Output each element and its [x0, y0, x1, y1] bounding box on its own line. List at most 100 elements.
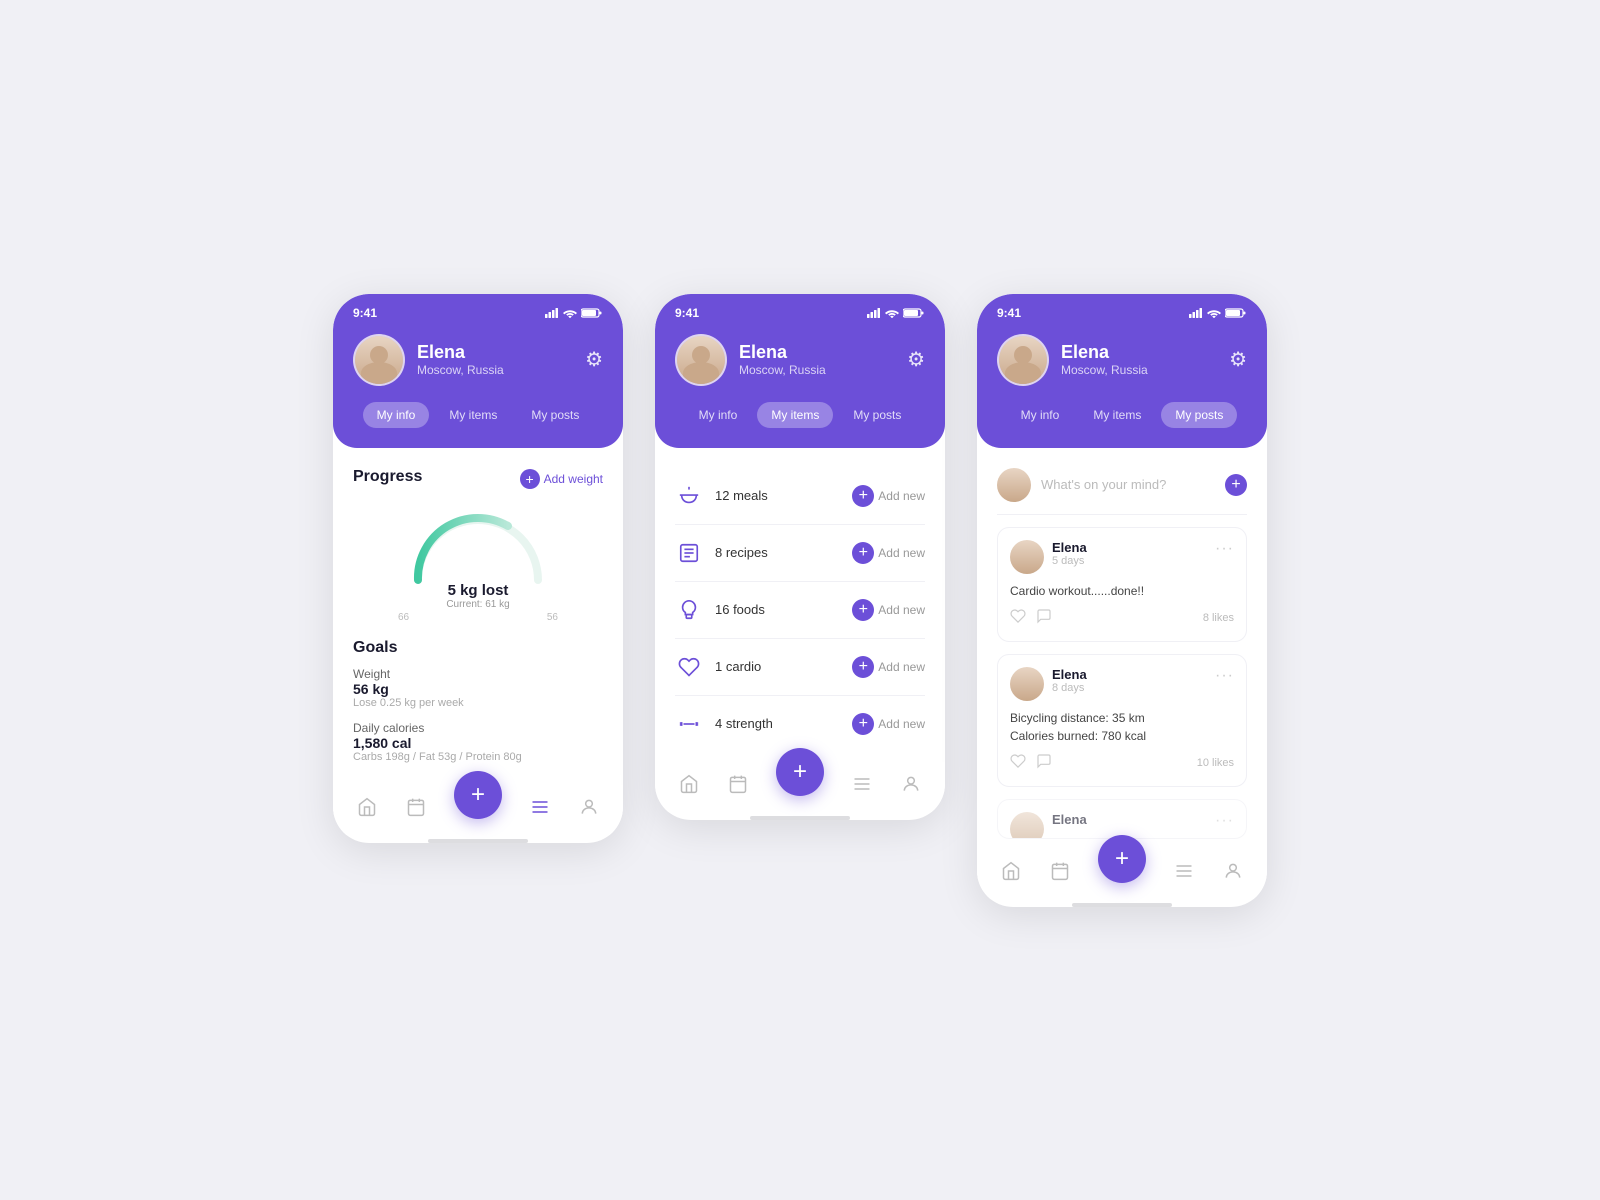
add-foods-label: Add new: [878, 603, 925, 617]
home-indicator-2: [750, 816, 850, 820]
recipes-icon: [675, 539, 703, 567]
item-meals-name: 12 meals: [715, 488, 768, 503]
post2-info: Elena 8 days: [1052, 667, 1207, 694]
settings-icon-3[interactable]: ⚙: [1229, 347, 1247, 372]
item-strength-add[interactable]: + Add new: [852, 713, 925, 735]
nav-profile-icon-2[interactable]: [901, 774, 921, 794]
post1-text: Cardio workout......done!!: [1010, 582, 1234, 600]
post3-name: Elena: [1052, 812, 1207, 827]
phone3-header: 9:41 Elena Moscow, Russia ⚙ My info: [977, 294, 1267, 448]
gauge-current: Current: 61 kg: [446, 599, 509, 610]
profile-location: Moscow, Russia: [417, 363, 573, 377]
gauge-container: 5 kg lost Current: 61 kg 66 56: [353, 500, 603, 623]
like-icon-2[interactable]: [1010, 753, 1026, 774]
goal-weight-value: 56 kg: [353, 681, 603, 697]
post-add-icon[interactable]: +: [1225, 474, 1247, 496]
post3-info: Elena: [1052, 812, 1207, 827]
avatar-2: [675, 334, 727, 386]
nav-home-icon-3[interactable]: [1001, 861, 1021, 881]
comment-icon-1[interactable]: [1036, 608, 1052, 629]
phones-container: 9:41 Elena Moscow, Russia ⚙ My info: [333, 294, 1267, 907]
add-cardio-label: Add new: [878, 660, 925, 674]
tab3-my-posts[interactable]: My posts: [1161, 402, 1237, 428]
list-item: 12 meals + Add new: [675, 468, 925, 525]
add-foods-icon: +: [852, 599, 874, 621]
nav-calendar-icon[interactable]: [406, 797, 426, 817]
goal-weight-label: Weight: [353, 667, 603, 681]
post1-avatar: [1010, 540, 1044, 574]
item-foods-add[interactable]: + Add new: [852, 599, 925, 621]
nav-calendar-icon-3[interactable]: [1050, 861, 1070, 881]
post2-dots[interactable]: ···: [1215, 667, 1234, 685]
add-weight-button[interactable]: + Add weight: [520, 469, 603, 489]
add-recipes-icon: +: [852, 542, 874, 564]
goal-calories-value: 1,580 cal: [353, 735, 603, 751]
add-meals-icon: +: [852, 485, 874, 507]
item-cardio-add[interactable]: + Add new: [852, 656, 925, 678]
nav-home-icon[interactable]: [357, 797, 377, 817]
post-input-avatar: [997, 468, 1031, 502]
profile-name-3: Elena: [1061, 342, 1217, 363]
nav-list-icon-3[interactable]: [1174, 861, 1194, 881]
fab-button-3[interactable]: +: [1098, 835, 1146, 883]
add-strength-icon: +: [852, 713, 874, 735]
tab2-my-items[interactable]: My items: [757, 402, 833, 428]
nav-calendar-icon-2[interactable]: [728, 774, 748, 794]
tab-row-3: My info My items My posts: [997, 402, 1247, 428]
list-item: 1 cardio + Add new: [675, 639, 925, 696]
wifi-icon: [563, 308, 577, 318]
fab-button-2[interactable]: +: [776, 748, 824, 796]
tab-my-posts[interactable]: My posts: [517, 402, 593, 428]
list-item: 8 recipes + Add new: [675, 525, 925, 582]
goal-calories-label: Daily calories: [353, 721, 603, 735]
like-icon-1[interactable]: [1010, 608, 1026, 629]
gauge-label-right: 56: [547, 612, 558, 623]
add-meals-label: Add new: [878, 489, 925, 503]
status-icons-2: [867, 308, 925, 318]
item-recipes-add[interactable]: + Add new: [852, 542, 925, 564]
tab-my-items[interactable]: My items: [435, 402, 511, 428]
post2-avatar: [1010, 667, 1044, 701]
strength-icon: [675, 710, 703, 738]
item-meals-add[interactable]: + Add new: [852, 485, 925, 507]
post2-name: Elena: [1052, 667, 1207, 682]
phone2-body: 12 meals + Add new 8 recipes: [655, 448, 945, 762]
battery-icon-2: [903, 308, 925, 318]
profile-info-3: Elena Moscow, Russia: [1061, 342, 1217, 377]
item-strength-left: 4 strength: [675, 710, 773, 738]
tab2-my-info[interactable]: My info: [685, 402, 752, 428]
bowl-icon: [675, 482, 703, 510]
status-icons-3: [1189, 308, 1247, 318]
tab3-my-items[interactable]: My items: [1079, 402, 1155, 428]
post3-dots[interactable]: ···: [1215, 812, 1234, 830]
tab2-my-posts[interactable]: My posts: [839, 402, 915, 428]
status-time-2: 9:41: [675, 306, 699, 320]
fab-button[interactable]: +: [454, 771, 502, 819]
add-recipes-label: Add new: [878, 546, 925, 560]
tab-my-info[interactable]: My info: [363, 402, 430, 428]
post1-footer: 8 likes: [1010, 608, 1234, 629]
nav-list-icon[interactable]: [530, 797, 550, 817]
nav-profile-icon-3[interactable]: [1223, 861, 1243, 881]
goals-section: Goals Weight 56 kg Lose 0.25 kg per week…: [353, 639, 603, 763]
settings-icon-2[interactable]: ⚙: [907, 347, 925, 372]
settings-icon[interactable]: ⚙: [585, 347, 603, 372]
tab3-my-info[interactable]: My info: [1007, 402, 1074, 428]
nav-home-icon-2[interactable]: [679, 774, 699, 794]
post1-likes: 8 likes: [1203, 612, 1234, 624]
post1-name: Elena: [1052, 540, 1207, 555]
status-time: 9:41: [353, 306, 377, 320]
post-input-placeholder[interactable]: What's on your mind?: [1041, 477, 1215, 492]
item-foods-name: 16 foods: [715, 602, 765, 617]
post1-time: 5 days: [1052, 555, 1207, 567]
gauge-chart: [398, 500, 558, 590]
list-item: 16 foods + Add new: [675, 582, 925, 639]
add-weight-plus-icon: +: [520, 469, 540, 489]
comment-icon-2[interactable]: [1036, 753, 1052, 774]
post1-dots[interactable]: ···: [1215, 540, 1234, 558]
nav-list-icon-2[interactable]: [852, 774, 872, 794]
post2-footer: 10 likes: [1010, 753, 1234, 774]
list-item: 4 strength + Add new: [675, 696, 925, 752]
goal-weight-detail: Lose 0.25 kg per week: [353, 697, 603, 709]
nav-profile-icon[interactable]: [579, 797, 599, 817]
